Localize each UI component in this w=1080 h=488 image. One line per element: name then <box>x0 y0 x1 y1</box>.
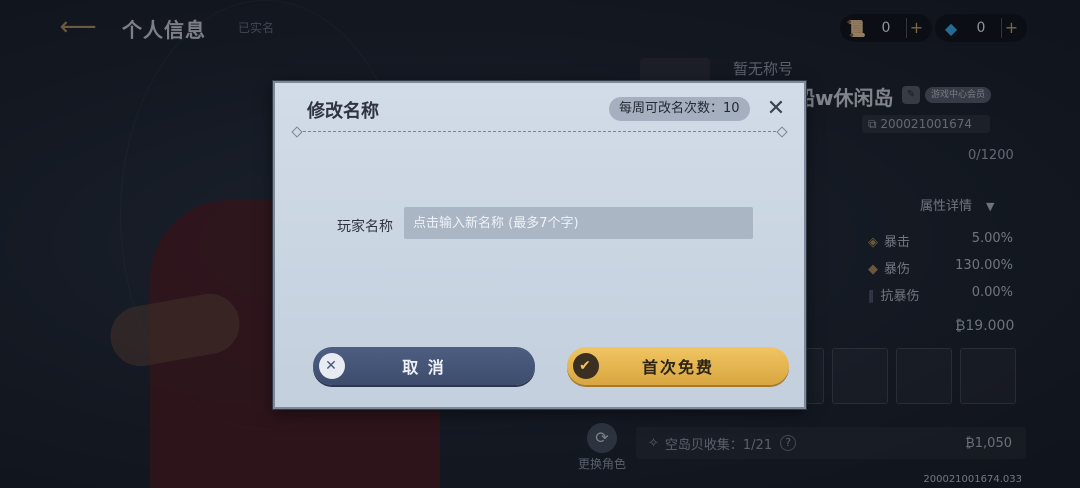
close-circle-icon: ✕ <box>319 353 345 379</box>
close-button[interactable]: ✕ <box>764 97 788 121</box>
dialog-title: 修改名称 <box>307 101 379 122</box>
rename-dialog: 修改名称 每周可改名次数：10 ✕ 玩家名称 ✕ 取 消 ✔ 首次免费 <box>273 81 806 409</box>
player-name-label: 玩家名称 <box>337 219 393 235</box>
check-icon: ✔ <box>573 353 599 379</box>
confirm-label: 首次免费 <box>641 358 714 377</box>
cancel-button[interactable]: ✕ 取 消 <box>313 347 535 385</box>
cancel-label: 取 消 <box>402 358 446 377</box>
weekly-rename-count: 每周可改名次数：10 <box>609 97 750 121</box>
close-icon: ✕ <box>766 96 786 121</box>
divider <box>293 131 786 132</box>
player-name-input[interactable] <box>404 207 753 239</box>
confirm-button[interactable]: ✔ 首次免费 <box>567 347 789 385</box>
